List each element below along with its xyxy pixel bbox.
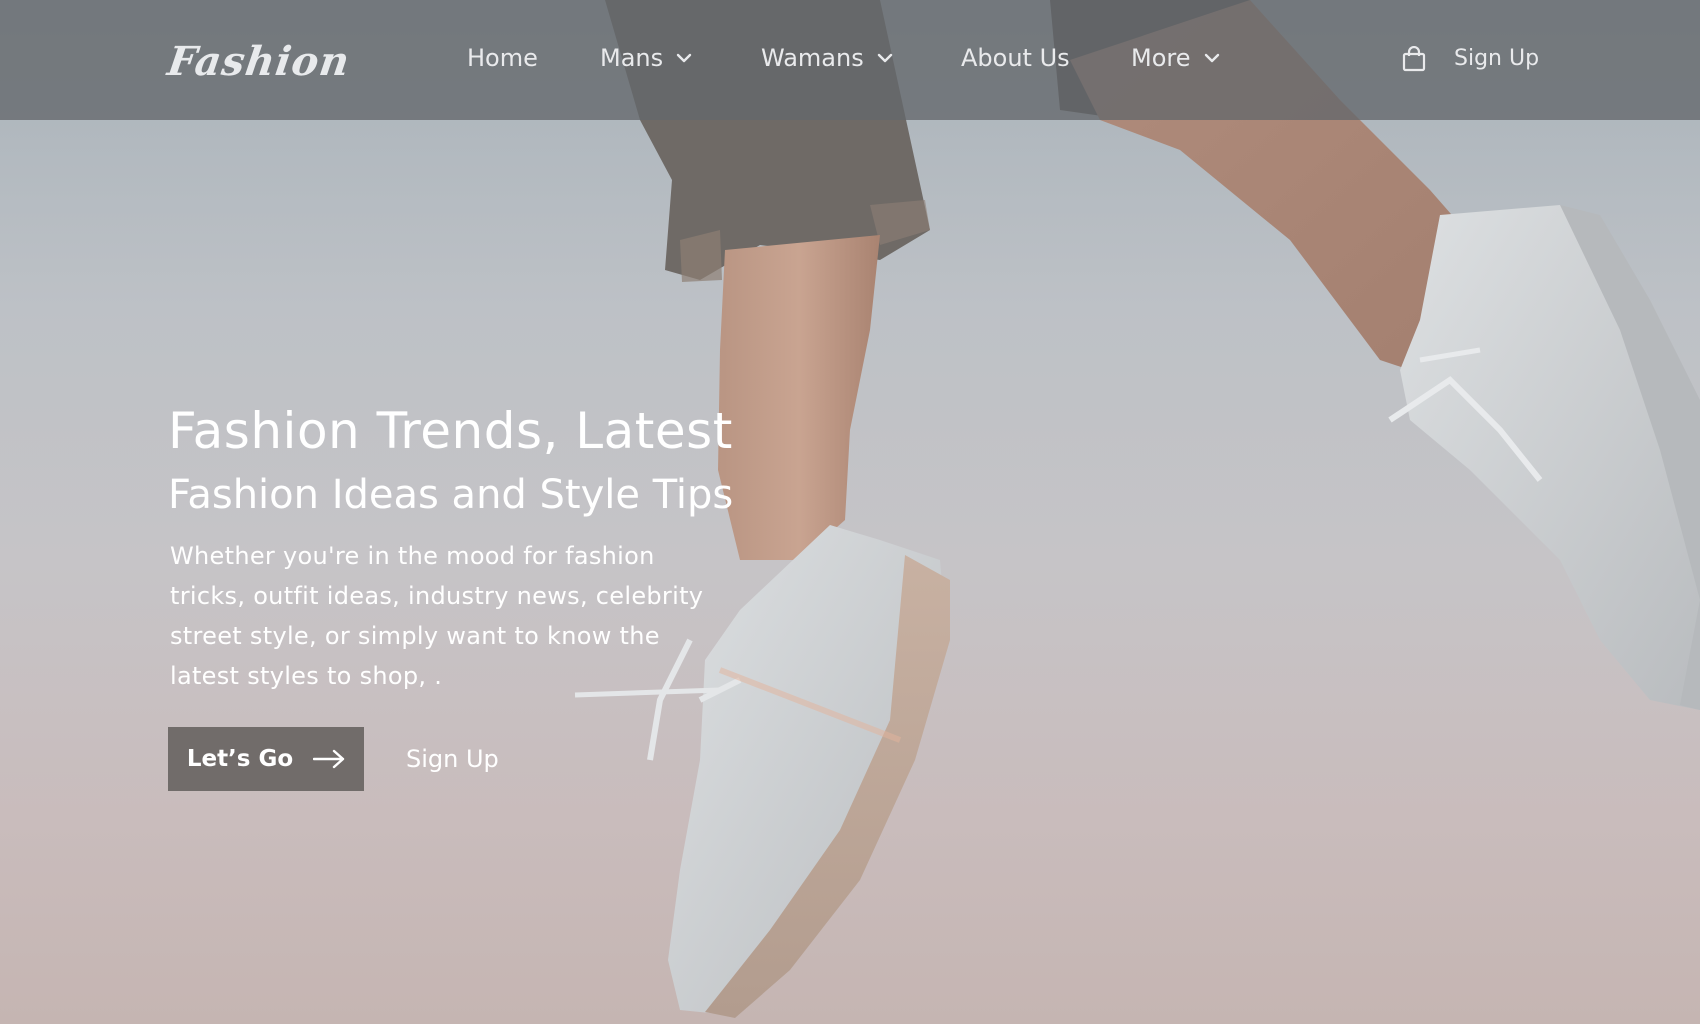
- hero-title: Fashion Trends, Latest: [168, 402, 733, 460]
- nav-item-label: Mans: [600, 44, 664, 72]
- nav-item-womans[interactable]: Wamans: [761, 44, 894, 72]
- arrow-right-icon: [313, 749, 345, 769]
- hero-signup-link[interactable]: Sign Up: [406, 745, 499, 773]
- nav-item-home[interactable]: Home: [467, 44, 538, 72]
- nav-item-label: About Us: [961, 44, 1070, 72]
- nav-item-label: Wamans: [761, 44, 864, 72]
- chevron-down-icon: [676, 53, 692, 63]
- nav-item-about-us[interactable]: About Us: [961, 44, 1070, 72]
- lets-go-button[interactable]: Let’s Go: [168, 727, 364, 791]
- top-navbar: Fashion Home Mans Wamans About Us More S…: [0, 0, 1700, 120]
- brand-logo[interactable]: Fashion: [165, 38, 353, 85]
- hero-description: Whether you're in the mood for fashion t…: [170, 542, 704, 690]
- hero-subtitle: Fashion Ideas and Style Tips: [168, 472, 734, 518]
- nav-item-more[interactable]: More: [1131, 44, 1221, 72]
- nav-item-label: Home: [467, 44, 538, 72]
- nav-item-mans[interactable]: Mans: [600, 44, 693, 72]
- nav-item-label: More: [1131, 44, 1191, 72]
- nav-signup-link[interactable]: Sign Up: [1454, 46, 1539, 71]
- chevron-down-icon: [877, 53, 892, 63]
- chevron-down-icon: [1204, 53, 1219, 63]
- shopping-bag-icon[interactable]: [1402, 46, 1426, 72]
- lets-go-button-label: Let’s Go: [186, 746, 294, 772]
